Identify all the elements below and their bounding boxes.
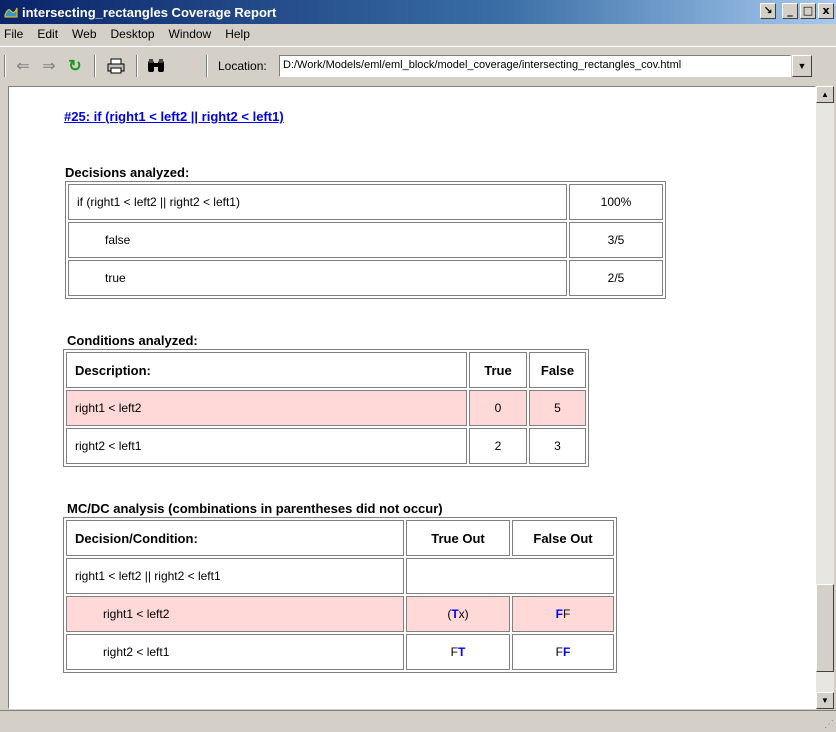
mcdc-empty-cell [406,558,614,594]
mcdc-decision: right1 < left2 || right2 < left1 [66,558,404,594]
mcdc-condition: right1 < left2 [66,596,404,632]
decision-label: false [68,222,567,258]
toolbar-separator [94,55,96,77]
decision-value: 2/5 [569,260,663,296]
scroll-thumb[interactable] [816,584,834,672]
column-header: True Out [406,520,510,556]
toolbar-separator [206,55,208,77]
status-bar: ⋰ [0,710,836,732]
column-header: Decision/Condition: [66,520,404,556]
condition-description: right2 < left1 [66,428,467,464]
decision-value: 3/5 [569,222,663,258]
mcdc-table: Decision/Condition: True Out False Out r… [63,517,617,673]
report-content: #25: if (right1 < left2 || right2 < left… [8,86,816,709]
decision-label: if (right1 < left2 || right2 < left1) [68,184,567,220]
table-row: true 2/5 [68,260,663,296]
mcdc-false-out: FF [512,596,614,632]
table-header-row: Decision/Condition: True Out False Out [66,520,614,556]
forward-arrow-icon[interactable]: ⇒ [38,55,60,77]
condition-false-count: 3 [529,428,586,464]
close-button[interactable]: x [818,3,834,19]
menu-edit[interactable]: Edit [30,27,65,41]
menu-bar: File Edit Web Desktop Window Help [0,24,836,44]
toolbar: ⇐ ⇒ ↻ Location: D:/Work/Models/eml/eml_b… [0,46,836,86]
mcdc-true-out: FT [406,634,510,670]
column-header: True [469,352,527,388]
refresh-icon[interactable]: ↻ [64,55,86,77]
vertical-scrollbar[interactable]: ▲ ▼ [816,86,834,709]
find-icon[interactable] [144,55,168,77]
table-row: false 3/5 [68,222,663,258]
column-header: False Out [512,520,614,556]
condition-description: right1 < left2 [66,390,467,426]
table-row: right1 < left2 (Tx) FF [66,596,614,632]
mcdc-false-out: FF [512,634,614,670]
table-row: if (right1 < left2 || right2 < left1) 10… [68,184,663,220]
mcdc-heading: MC/DC analysis (combinations in parenthe… [67,501,443,516]
table-header-row: Description: True False [66,352,586,388]
decision-link[interactable]: #25: if (right1 < left2 || right2 < left… [64,109,284,124]
back-arrow-icon[interactable]: ⇐ [12,55,34,77]
menu-file[interactable]: File [0,27,30,41]
toolbar-separator [136,55,138,77]
decision-value: 100% [569,184,663,220]
toolbar-grip [4,55,6,77]
menu-desktop[interactable]: Desktop [104,27,162,41]
decisions-table: if (right1 < left2 || right2 < left1) 10… [65,181,666,299]
column-header: Description: [66,352,467,388]
title-bar: intersecting_rectangles Coverage Report … [0,0,836,24]
location-label: Location: [218,59,267,73]
location-dropdown-icon[interactable]: ▼ [792,55,812,77]
scroll-up-icon[interactable]: ▲ [816,86,834,103]
mcdc-true-out: (Tx) [406,596,510,632]
conditions-table: Description: True False right1 < left2 0… [63,349,589,467]
table-row: right1 < left2 0 5 [66,390,586,426]
window-title: intersecting_rectangles Coverage Report [22,5,277,20]
condition-true-count: 2 [469,428,527,464]
column-header: False [529,352,586,388]
condition-true-count: 0 [469,390,527,426]
condition-false-count: 5 [529,390,586,426]
dock-button[interactable]: ↘ [760,3,776,19]
table-row: right2 < left1 2 3 [66,428,586,464]
minimize-button[interactable]: _ [782,3,798,19]
decisions-heading: Decisions analyzed: [65,165,190,180]
resize-grip-icon[interactable]: ⋰ [824,719,834,730]
table-row: right1 < left2 || right2 < left1 [66,558,614,594]
conditions-heading: Conditions analyzed: [67,333,198,348]
table-row: right2 < left1 FT FF [66,634,614,670]
app-icon [4,7,18,18]
print-icon[interactable] [104,55,128,77]
decision-label: true [68,260,567,296]
mcdc-condition: right2 < left1 [66,634,404,670]
menu-help[interactable]: Help [218,27,257,41]
maximize-button[interactable]: □ [800,3,816,19]
location-field[interactable]: D:/Work/Models/eml/eml_block/model_cover… [279,55,791,77]
menu-web[interactable]: Web [65,27,103,41]
menu-window[interactable]: Window [162,27,219,41]
scroll-down-icon[interactable]: ▼ [816,692,834,709]
